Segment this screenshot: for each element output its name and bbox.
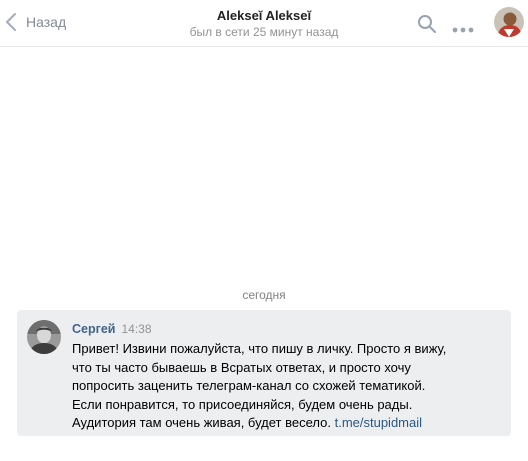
chat-title-block: Alekseĭ Alekseĭ был в сети 25 минут наза… [0, 8, 528, 39]
message-header: Сергей 14:38 [72, 321, 152, 337]
message-line: попросить заценить телеграм-канал со схо… [72, 378, 426, 393]
message-time: 14:38 [121, 322, 152, 336]
search-button[interactable] [417, 14, 437, 34]
author-avatar[interactable] [27, 320, 61, 354]
message-line-text: Аудитория там очень живая, будет весело. [72, 415, 335, 430]
chat-header: Назад Alekseĭ Alekseĭ был в сети 25 мину… [0, 0, 528, 47]
message-bubble: Сергей 14:38 Привет! Извини пожалуйста, ч… [17, 310, 511, 436]
last-seen-status: был в сети 25 минут назад [189, 25, 339, 39]
message-author[interactable]: Сергей [72, 322, 115, 336]
peer-avatar[interactable] [494, 7, 524, 37]
more-dots-icon [452, 27, 474, 33]
more-button[interactable] [452, 20, 474, 33]
message-text: Привет! Извини пожалуйста, что пишу в ли… [72, 340, 502, 433]
message-line: Если понравится, то присоединяйся, будем… [72, 396, 413, 412]
message-line: что ты часто бываешь в Всратых ответах, … [72, 359, 411, 375]
message-line: Привет! Извини пожалуйста, что пишу в ли… [72, 341, 447, 356]
message-line-last: Аудитория там очень живая, будет весело.… [72, 414, 502, 433]
telegram-link[interactable]: t.me/stupidmail [335, 415, 422, 430]
avatar-image [27, 320, 61, 354]
chat-title[interactable]: Alekseĭ Alekseĭ [0, 8, 528, 23]
avatar-image [494, 7, 524, 37]
search-icon [418, 15, 436, 33]
date-separator: сегодня [242, 288, 286, 302]
